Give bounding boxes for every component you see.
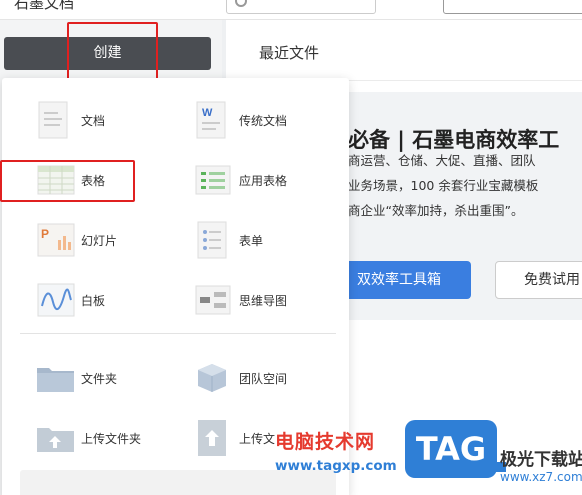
menu-item-label: 白板 — [81, 294, 106, 308]
banner-line-3: 商企业“效率加持，杀出重围”。 — [348, 203, 524, 218]
watermark-right-url: www.xz7.com — [500, 470, 582, 484]
top-bar: 石墨文档 — [0, 0, 582, 20]
svg-text:W: W — [202, 107, 213, 119]
word-doc-icon: W — [196, 101, 226, 139]
menu-item-app-sheet[interactable]: 应用表格 — [194, 160, 314, 200]
efficiency-toolbox-button[interactable]: 双效率工具箱 — [335, 261, 471, 299]
mindmap-icon — [195, 285, 231, 315]
menu-item-label: 上传文件夹 — [81, 432, 142, 446]
menu-item-team-space[interactable]: 团队空间 — [194, 358, 314, 398]
watermark-url: www.tagxp.com — [275, 458, 397, 474]
menu-item-whiteboard[interactable]: 白板 — [36, 280, 156, 320]
whiteboard-icon — [37, 283, 75, 317]
menu-item-folder[interactable]: 文件夹 — [36, 358, 156, 398]
menu-item-label: 上传文 — [239, 432, 276, 446]
free-trial-button[interactable]: 免费试用 — [495, 261, 582, 299]
menu-item-form[interactable]: 表单 — [194, 220, 314, 260]
menu-item-mindmap[interactable]: 思维导图 — [194, 280, 314, 320]
menu-item-upload-folder[interactable]: 上传文件夹 — [36, 418, 156, 458]
menu-item-label: 思维导图 — [239, 294, 288, 308]
menu-item-doc[interactable]: 文档 — [36, 100, 156, 140]
menu-item-label: 应用表格 — [239, 174, 288, 188]
menu-item-label: 传统文档 — [239, 114, 288, 128]
form-icon — [197, 221, 227, 259]
highlight-sheet-box — [0, 160, 135, 202]
upload-folder-icon — [37, 428, 74, 452]
recent-files-title: 最近文件 — [259, 44, 320, 62]
folder-icon — [37, 368, 74, 392]
svg-text:P: P — [41, 227, 49, 241]
app-sheet-icon — [195, 165, 231, 195]
search-icon — [235, 0, 247, 7]
highlight-create-box — [67, 22, 158, 82]
team-space-icon — [198, 364, 226, 392]
search-input[interactable] — [226, 0, 376, 14]
slides-icon: P — [37, 223, 75, 257]
app-title: 石墨文档 — [14, 0, 75, 12]
menu-item-word-doc[interactable]: W 传统文档 — [194, 100, 314, 140]
watermark-right-name: 极光下载站 — [500, 450, 582, 470]
watermark-site-name: 电脑技术网 — [275, 431, 376, 453]
upload-file-icon — [198, 420, 226, 456]
banner-line-1: 商运营、仓储、大促、直播、团队 — [348, 153, 536, 168]
menu-item-slides[interactable]: P 幻灯片 — [36, 220, 156, 260]
watermark-tag-logo: TAG — [405, 420, 497, 478]
menu-item-label: 文档 — [81, 114, 106, 128]
menu-item-label: 团队空间 — [239, 372, 288, 386]
doc-icon — [38, 101, 68, 139]
menu-separator — [20, 333, 336, 334]
top-action-button[interactable] — [443, 0, 582, 14]
menu-item-label: 文件夹 — [81, 372, 118, 386]
menu-item-label: 幻灯片 — [81, 234, 118, 248]
banner-line-2: 业务场景，100 余套行业宝藏模板 — [348, 178, 539, 193]
menu-item-label: 表单 — [239, 234, 264, 248]
